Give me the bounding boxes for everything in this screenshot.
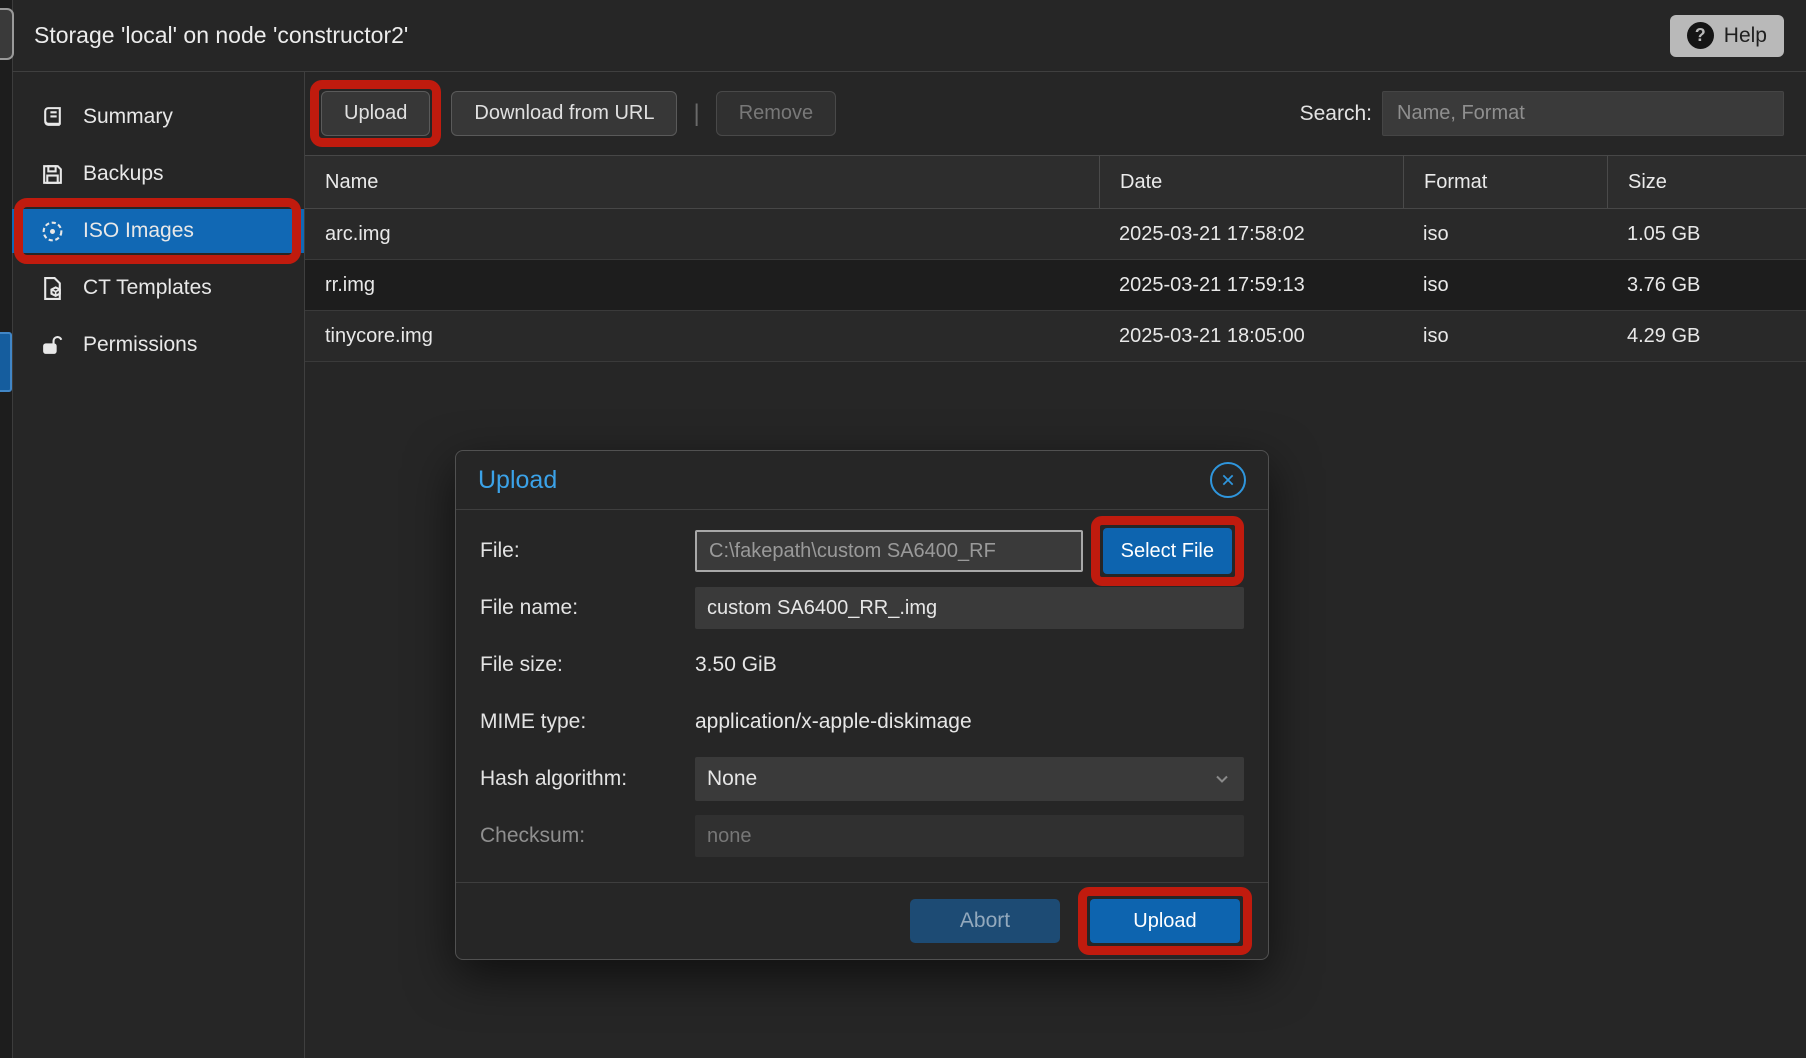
cell-format: iso (1403, 311, 1607, 361)
table-header-row: Name Date Format Size (305, 155, 1806, 209)
abort-button[interactable]: Abort (910, 899, 1060, 943)
upload-dialog-header[interactable]: Upload (456, 451, 1268, 509)
table-row[interactable]: rr.img 2025-03-21 17:59:13 iso 3.76 GB (305, 260, 1806, 311)
file-name-label: File name: (480, 596, 695, 620)
upload-submit-button[interactable]: Upload (1090, 899, 1240, 943)
unlock-icon (40, 333, 65, 358)
file-path-input[interactable] (695, 530, 1083, 572)
upload-dialog-footer: Abort Upload (456, 882, 1268, 959)
cell-date: 2025-03-21 17:59:13 (1099, 260, 1403, 310)
file-label: File: (480, 539, 695, 563)
checksum-label: Checksum: (480, 824, 695, 848)
remove-button[interactable]: Remove (716, 91, 836, 136)
upload-toolbar-button[interactable]: Upload (321, 91, 430, 136)
cell-date: 2025-03-21 17:58:02 (1099, 209, 1403, 259)
download-from-url-button[interactable]: Download from URL (451, 91, 677, 136)
cell-format: iso (1403, 209, 1607, 259)
checksum-input[interactable] (695, 815, 1244, 857)
help-icon: ? (1687, 22, 1714, 49)
cell-size: 3.76 GB (1607, 260, 1806, 310)
hash-algorithm-label: Hash algorithm: (480, 767, 695, 791)
file-size-row: File size: 3.50 GiB (480, 644, 1244, 686)
upload-dialog-title: Upload (478, 466, 557, 495)
cell-date: 2025-03-21 18:05:00 (1099, 311, 1403, 361)
toolbar-separator: | (693, 100, 699, 128)
sidebar-item-label: CT Templates (83, 276, 212, 300)
select-file-button[interactable]: Select File (1103, 528, 1232, 574)
template-icon (40, 276, 65, 301)
hash-algorithm-select[interactable]: None (695, 757, 1244, 801)
file-name-row: File name: (480, 587, 1244, 629)
sidebar-item-permissions[interactable]: Permissions (12, 323, 304, 367)
file-row: File: Select File (480, 530, 1244, 572)
partial-tree-selection (0, 332, 12, 392)
proxmox-storage-window: Storage 'local' on node 'constructor2' ?… (0, 0, 1806, 1058)
column-header-format[interactable]: Format (1403, 156, 1607, 208)
upload-dialog-body: File: Select File File name: File size: … (456, 509, 1268, 882)
help-button[interactable]: ? Help (1670, 15, 1784, 57)
file-size-value: 3.50 GiB (695, 653, 777, 677)
toolbar: Upload Download from URL | Remove Search… (305, 72, 1806, 155)
checksum-row: Checksum: (480, 815, 1244, 857)
sidebar-item-label: Permissions (83, 333, 197, 357)
mime-type-row: MIME type: application/x-apple-diskimage (480, 701, 1244, 743)
sidebar-item-summary[interactable]: Summary (12, 95, 304, 139)
hash-algorithm-row: Hash algorithm: None (480, 758, 1244, 800)
column-header-size[interactable]: Size (1607, 156, 1806, 208)
sidebar-item-iso-images[interactable]: ISO Images (12, 209, 304, 253)
cell-size: 4.29 GB (1607, 311, 1806, 361)
red-annotation-select-file: Select File (1091, 516, 1244, 586)
red-annotation-upload-submit: Upload (1078, 887, 1252, 955)
page-title: Storage 'local' on node 'constructor2' (34, 22, 408, 49)
cell-format: iso (1403, 260, 1607, 310)
search-label: Search: (1300, 102, 1372, 126)
cell-size: 1.05 GB (1607, 209, 1806, 259)
help-button-label: Help (1724, 24, 1767, 48)
table-row[interactable]: tinycore.img 2025-03-21 18:05:00 iso 4.2… (305, 311, 1806, 362)
mime-type-value: application/x-apple-diskimage (695, 710, 972, 734)
disc-icon (40, 219, 65, 244)
table-row[interactable]: arc.img 2025-03-21 17:58:02 iso 1.05 GB (305, 209, 1806, 260)
red-annotation-upload-toolbar: Upload (310, 80, 441, 147)
sidebar-item-label: Summary (83, 105, 173, 129)
upload-dialog: Upload File: Select File File name: Fi (455, 450, 1269, 960)
column-header-name[interactable]: Name (305, 156, 1099, 208)
file-name-input[interactable] (695, 587, 1244, 629)
cell-name: arc.img (305, 209, 1099, 259)
iso-images-table: Name Date Format Size arc.img 2025-03-21… (305, 155, 1806, 362)
cell-name: rr.img (305, 260, 1099, 310)
column-header-date[interactable]: Date (1099, 156, 1403, 208)
title-bar: Storage 'local' on node 'constructor2' ?… (12, 0, 1806, 72)
file-size-label: File size: (480, 653, 695, 677)
sidebar-item-ct-templates[interactable]: CT Templates (12, 266, 304, 310)
sidebar-item-label: Backups (83, 162, 164, 186)
book-icon (40, 105, 65, 130)
close-icon[interactable] (1210, 462, 1246, 498)
sidebar-item-backups[interactable]: Backups (12, 152, 304, 196)
cell-name: tinycore.img (305, 311, 1099, 361)
hash-algorithm-value: None (707, 767, 757, 791)
search-input[interactable] (1382, 91, 1784, 136)
floppy-icon (40, 162, 65, 187)
chevron-down-icon (1212, 769, 1232, 789)
sidebar-item-label: ISO Images (83, 219, 194, 243)
sidebar: Summary Backups ISO Images (12, 72, 305, 1058)
mime-type-label: MIME type: (480, 710, 695, 734)
